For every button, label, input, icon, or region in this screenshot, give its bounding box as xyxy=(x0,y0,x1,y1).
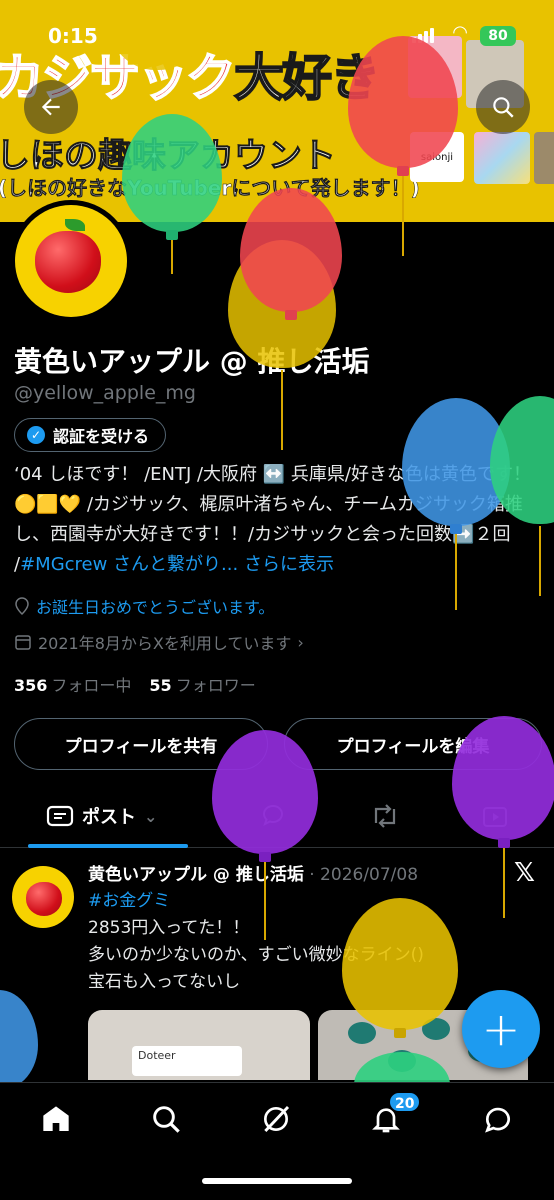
notification-badge: 20 xyxy=(388,1091,422,1113)
calendar-icon xyxy=(15,635,31,650)
nav-messages[interactable] xyxy=(478,1099,518,1139)
search-icon xyxy=(493,97,514,118)
tab-posts[interactable]: ポスト ⌄ xyxy=(28,786,188,848)
apple-avatar-image xyxy=(15,205,127,317)
battery-indicator: 80 xyxy=(480,26,516,46)
profile-avatar[interactable] xyxy=(10,200,132,322)
compose-post-button[interactable]: + xyxy=(462,990,540,1068)
get-verified-label: 認証を受ける xyxy=(53,427,150,446)
arrow-left-icon xyxy=(41,98,60,116)
product-package: Doteer xyxy=(132,1046,242,1076)
search-icon xyxy=(153,1106,180,1133)
profile-handle: @yellow_apple_mg xyxy=(14,382,196,404)
balloon-red-banner xyxy=(348,36,458,256)
show-more-link[interactable]: さらに表示 xyxy=(244,554,334,575)
balloon-yellow-top xyxy=(108,0,206,80)
banner-photo-extra xyxy=(534,132,554,184)
nav-notifications[interactable]: 20 xyxy=(366,1091,422,1139)
balloon-yellow-bottom xyxy=(342,898,458,1078)
balloon-green-right xyxy=(490,396,554,596)
balloon-purple-right xyxy=(452,716,554,926)
status-time: 0:15 xyxy=(48,24,98,48)
post-date: · 2026/07/08 xyxy=(309,865,419,885)
back-button[interactable] xyxy=(24,80,78,134)
get-verified-button[interactable]: ✓ 認証を受ける xyxy=(14,418,167,452)
verified-check-icon: ✓ xyxy=(27,426,45,444)
balloon-green-banner xyxy=(122,114,222,274)
posts-icon xyxy=(46,805,74,827)
home-icon xyxy=(43,1106,69,1131)
home-indicator[interactable] xyxy=(202,1178,352,1184)
nav-home[interactable] xyxy=(36,1099,76,1139)
bio-hashtag-link[interactable]: #MGcrew さんと繋がり... xyxy=(20,554,238,575)
follow-counts: 356 フォロー中 55 フォロワー xyxy=(14,672,256,696)
chevron-right-icon: › xyxy=(297,632,304,652)
joined-date[interactable]: 2021年8月からXを利用しています › xyxy=(14,630,304,654)
following-link[interactable]: 356 フォロー中 xyxy=(14,676,131,695)
nav-search[interactable] xyxy=(146,1099,186,1139)
grok-icon xyxy=(264,1105,290,1133)
balloon-blue-bottom-left xyxy=(0,990,38,1090)
post-image-1[interactable]: Doteer xyxy=(88,1010,310,1080)
balloon-red-mid xyxy=(240,188,342,338)
search-button[interactable] xyxy=(476,80,530,134)
message-icon xyxy=(485,1107,510,1133)
followers-link[interactable]: 55 フォロワー xyxy=(149,676,255,695)
tab-reposts[interactable] xyxy=(368,786,402,846)
birthday-line: お誕生日おめでとうございます。 xyxy=(14,594,274,618)
repost-icon xyxy=(374,804,396,828)
post-author-avatar[interactable] xyxy=(12,866,74,928)
active-tab-indicator xyxy=(28,844,188,848)
nav-grok[interactable] xyxy=(256,1099,296,1139)
location-pin-icon xyxy=(15,597,29,615)
banner-photo-group xyxy=(474,132,530,184)
balloon-purple-left xyxy=(212,730,318,940)
chevron-down-icon: ⌄ xyxy=(144,806,158,826)
status-bar: 0:15 ◠ 80 xyxy=(0,0,554,72)
